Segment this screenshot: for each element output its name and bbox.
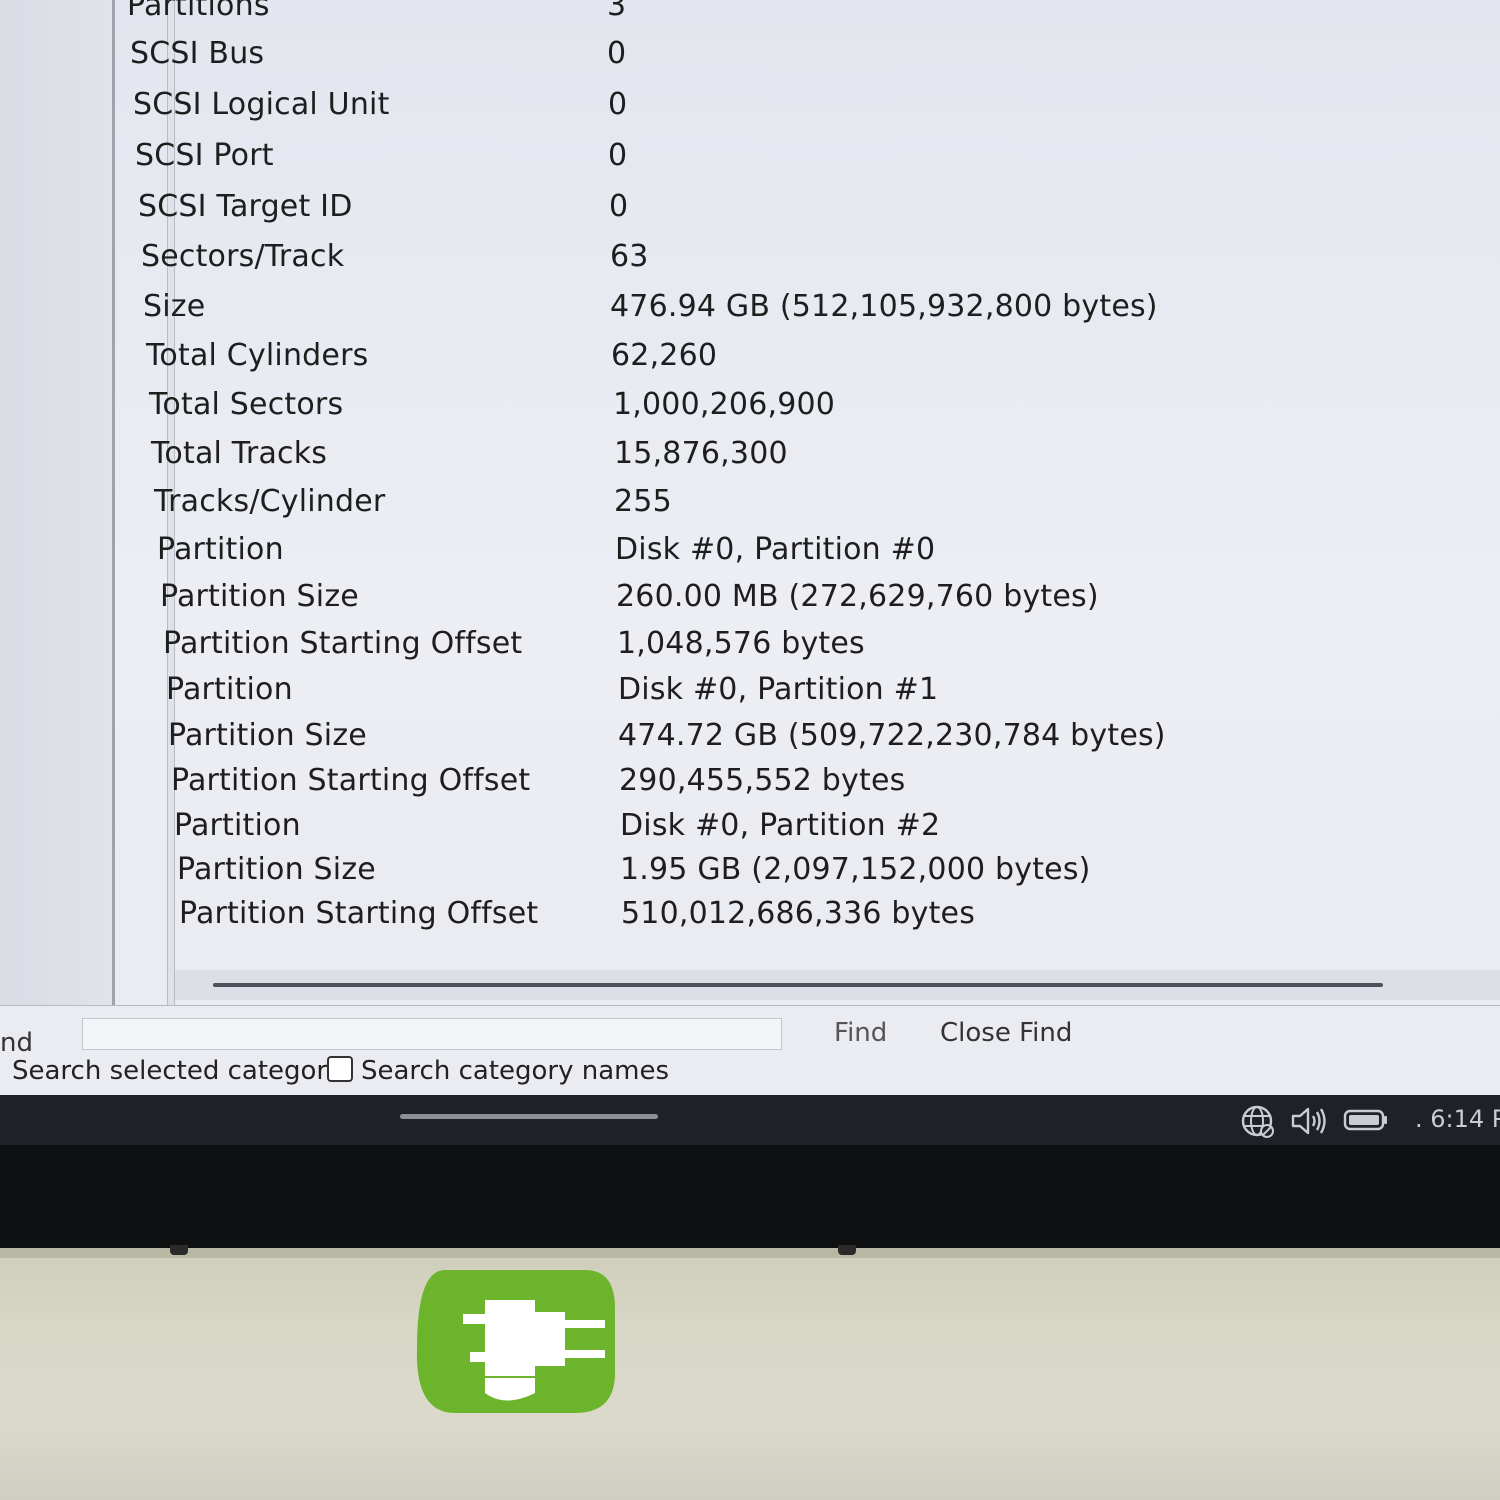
detail-row[interactable]: Partition Disk #0, Partition #1 bbox=[0, 672, 1500, 718]
item-value: 0 bbox=[608, 87, 628, 122]
search-category-names-label: Search category names bbox=[361, 1056, 670, 1086]
item-value: 0 bbox=[607, 36, 627, 71]
laptop-chassis bbox=[0, 1248, 1500, 1500]
detail-row[interactable]: Sectors/Track 63 bbox=[0, 239, 1500, 285]
search-category-names-option[interactable]: Search category names bbox=[327, 1056, 669, 1086]
item-value: Disk #0, Partition #0 bbox=[615, 532, 936, 567]
clock[interactable]: . 6:14 P bbox=[1415, 1105, 1500, 1133]
item-label: Total Sectors bbox=[149, 387, 344, 422]
detail-row[interactable]: Partitions 3 bbox=[0, 0, 1500, 34]
volume-icon[interactable] bbox=[1290, 1105, 1328, 1141]
detail-row[interactable]: Partition Size 260.00 MB (272,629,760 byt… bbox=[0, 579, 1500, 625]
network-globe-icon[interactable] bbox=[1240, 1104, 1276, 1144]
close-find-button[interactable]: Close Find bbox=[940, 1016, 1072, 1050]
detail-row[interactable]: Size 476.94 GB (512,105,932,800 bytes) bbox=[0, 289, 1500, 335]
item-value: 0 bbox=[608, 138, 628, 173]
item-value: 63 bbox=[610, 239, 649, 274]
item-value: 1,000,206,900 bbox=[613, 387, 836, 422]
taskbar: . 6:14 P bbox=[0, 1095, 1500, 1145]
detail-row[interactable]: SCSI Logical Unit 0 bbox=[0, 87, 1500, 133]
bezel-bumper bbox=[838, 1245, 856, 1255]
horizontal-scrollbar[interactable] bbox=[175, 970, 1500, 1000]
item-value: 255 bbox=[614, 484, 672, 519]
item-value: 476.94 GB (512,105,932,800 bytes) bbox=[610, 289, 1158, 324]
item-value: 1.95 GB (2,097,152,000 bytes) bbox=[620, 852, 1091, 887]
item-label: Partitions bbox=[127, 0, 270, 23]
find-what-input[interactable] bbox=[82, 1018, 782, 1050]
detail-row[interactable]: Partition Size 1.95 GB (2,097,152,000 byt… bbox=[0, 852, 1500, 898]
home-indicator[interactable] bbox=[400, 1114, 658, 1119]
battery-icon[interactable] bbox=[1343, 1109, 1389, 1135]
scrollbar-thumb[interactable] bbox=[213, 983, 1383, 987]
item-value: 474.72 GB (509,722,230,784 bytes) bbox=[618, 718, 1166, 753]
detail-row[interactable]: Total Sectors 1,000,206,900 bbox=[0, 387, 1500, 433]
detail-row[interactable]: Partition Disk #0, Partition #0 bbox=[0, 532, 1500, 578]
item-value: 510,012,686,336 bytes bbox=[621, 896, 976, 931]
detail-row[interactable]: Partition Size 474.72 GB (509,722,230,784… bbox=[0, 718, 1500, 764]
item-label: Tracks/Cylinder bbox=[154, 484, 386, 519]
search-selected-category-option[interactable]: Search selected categor bbox=[0, 1056, 327, 1086]
item-value: 0 bbox=[609, 189, 629, 224]
msinfo-window: Partitions 3 SCSI Bus 0 SCSI Logical Unit 0 SC… bbox=[0, 0, 1500, 1095]
item-value: Disk #0, Partition #1 bbox=[618, 672, 939, 707]
item-label: Partition Size bbox=[177, 852, 376, 887]
detail-row[interactable]: Total Tracks 15,876,300 bbox=[0, 436, 1500, 482]
detail-row[interactable]: SCSI Bus 0 bbox=[0, 36, 1500, 82]
search-selected-category-label: Search selected categor bbox=[12, 1056, 328, 1086]
item-label: Partition Starting Offset bbox=[179, 896, 539, 931]
detail-row[interactable]: SCSI Target ID 0 bbox=[0, 189, 1500, 235]
item-label: Total Tracks bbox=[151, 436, 328, 471]
item-value: 1,048,576 bytes bbox=[617, 626, 865, 661]
item-label: Partition Size bbox=[168, 718, 367, 753]
item-value: 3 bbox=[607, 0, 627, 23]
item-value: 62,260 bbox=[611, 338, 718, 373]
item-label: Size bbox=[143, 289, 206, 324]
item-value: 260.00 MB (272,629,760 bytes) bbox=[616, 579, 1099, 614]
search-category-names-checkbox[interactable] bbox=[327, 1056, 353, 1082]
bezel-bumper bbox=[170, 1245, 188, 1255]
detail-row[interactable]: SCSI Port 0 bbox=[0, 138, 1500, 184]
item-label: Partition bbox=[157, 532, 284, 567]
item-label: Partition Starting Offset bbox=[171, 763, 531, 798]
detail-row[interactable]: Partition Starting Offset 1,048,576 bytes bbox=[0, 626, 1500, 672]
screen-bezel bbox=[0, 1145, 1500, 1248]
find-what-label: nd bbox=[0, 1028, 33, 1058]
details-list: Partitions 3 SCSI Bus 0 SCSI Logical Unit 0 SC… bbox=[0, 0, 1500, 960]
detail-row[interactable]: Partition Starting Offset 290,455,552 byt… bbox=[0, 763, 1500, 809]
detail-row[interactable]: Partition Starting Offset 510,012,686,336… bbox=[0, 896, 1500, 942]
detail-row[interactable]: Total Cylinders 62,260 bbox=[0, 338, 1500, 384]
item-value: 15,876,300 bbox=[614, 436, 788, 471]
energy-plug-sticker bbox=[415, 1268, 615, 1417]
item-value: 290,455,552 bytes bbox=[619, 763, 906, 798]
system-tray: . 6:14 P bbox=[1240, 1095, 1500, 1145]
item-label: Partition Starting Offset bbox=[163, 626, 523, 661]
item-label: SCSI Bus bbox=[130, 36, 265, 71]
find-button[interactable]: Find bbox=[834, 1016, 887, 1050]
item-value: Disk #0, Partition #2 bbox=[620, 808, 941, 843]
item-label: Sectors/Track bbox=[141, 239, 345, 274]
item-label: Partition Size bbox=[160, 579, 359, 614]
item-label: Partition bbox=[166, 672, 293, 707]
item-label: SCSI Port bbox=[135, 138, 274, 173]
item-label: Partition bbox=[174, 808, 301, 843]
item-label: Total Cylinders bbox=[146, 338, 369, 373]
find-bar: nd Find Close Find Search selected categ… bbox=[0, 1005, 1500, 1095]
item-label: SCSI Target ID bbox=[138, 189, 353, 224]
detail-row[interactable]: Partition Disk #0, Partition #2 bbox=[0, 808, 1500, 854]
chassis-lip bbox=[0, 1248, 1500, 1258]
item-label: SCSI Logical Unit bbox=[133, 87, 390, 122]
detail-row[interactable]: Tracks/Cylinder 255 bbox=[0, 484, 1500, 530]
